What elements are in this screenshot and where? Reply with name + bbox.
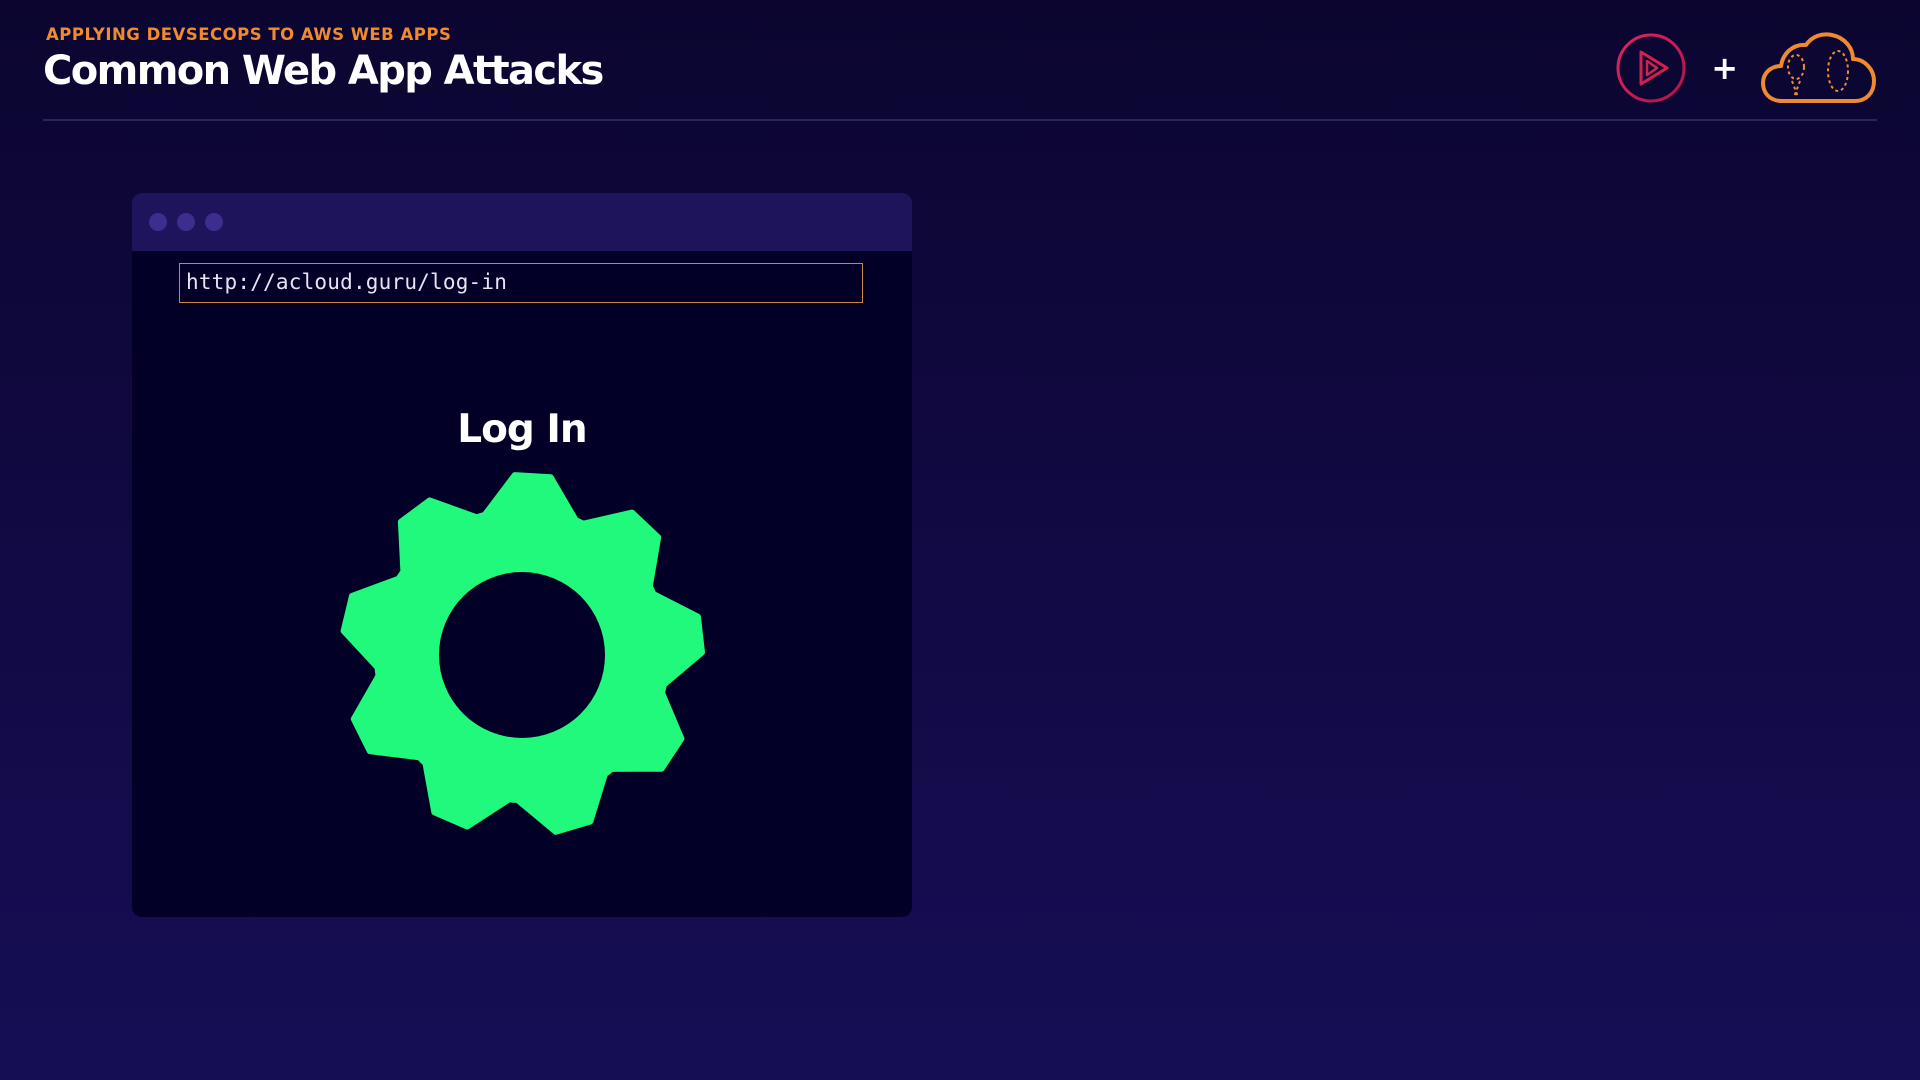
cloud-logo-icon	[1761, 32, 1876, 103]
course-overline: APPLYING DEVSECOPS TO AWS WEB APPS	[46, 25, 452, 44]
page-title: Common Web App Attacks	[43, 48, 604, 94]
login-heading: Log In	[457, 407, 587, 452]
window-dot-minimize[interactable]	[177, 213, 195, 231]
browser-title-bar	[132, 193, 912, 251]
slide-header: APPLYING DEVSECOPS TO AWS WEB APPS Commo…	[43, 25, 604, 95]
window-dot-maximize[interactable]	[205, 213, 223, 231]
plus-separator: +	[1711, 49, 1738, 87]
header-divider	[43, 119, 1877, 121]
gear-icon	[340, 472, 705, 835]
brand-logos: +	[1615, 28, 1878, 108]
play-logo-icon	[1616, 33, 1686, 103]
browser-window: http://acloud.guru/log-in Log In	[132, 193, 912, 917]
address-bar[interactable]: http://acloud.guru/log-in	[179, 263, 863, 303]
window-dot-close[interactable]	[149, 213, 167, 231]
